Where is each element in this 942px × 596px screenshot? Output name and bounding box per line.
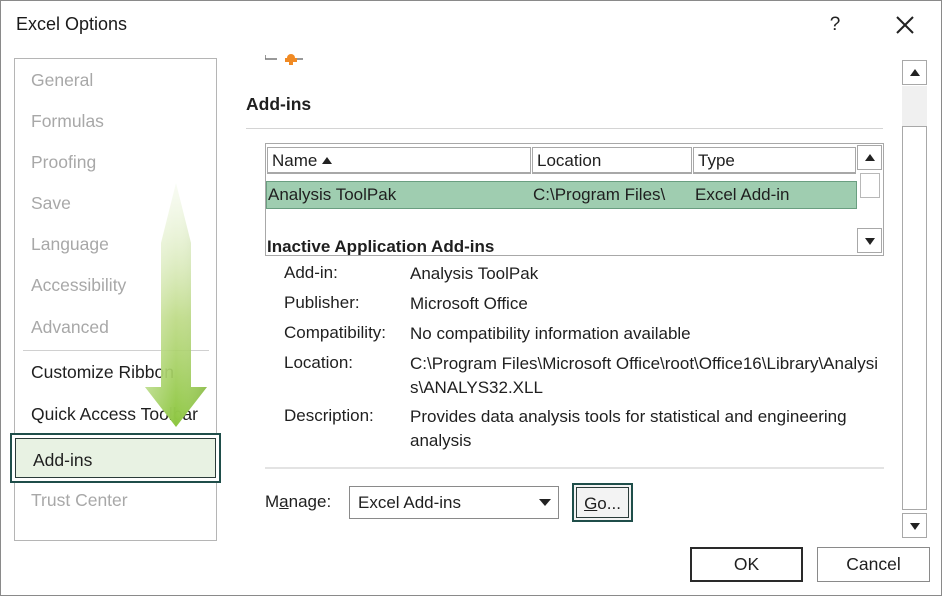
table-scroll-down-button[interactable] [857, 228, 882, 253]
excel-options-dialog: Excel Options ? General Formulas Proofin… [0, 0, 942, 596]
section-title-divider [246, 128, 883, 129]
close-button[interactable] [889, 9, 921, 41]
addin-label: Add-in: [284, 263, 338, 283]
sidebar-item-general[interactable]: General [31, 70, 93, 91]
ok-button[interactable]: OK [690, 547, 803, 582]
compatibility-value: No compatibility information available [410, 322, 880, 346]
description-value: Provides data analysis tools for statist… [410, 405, 880, 453]
title-bar: Excel Options ? [1, 1, 941, 49]
publisher-label: Publisher: [284, 293, 360, 313]
table-scroll-up-button[interactable] [857, 145, 882, 170]
sidebar-item-add-ins[interactable]: Add-ins [10, 433, 221, 483]
addins-section-icon [265, 49, 307, 65]
sidebar-item-save[interactable]: Save [31, 193, 71, 214]
compatibility-label: Compatibility: [284, 323, 386, 343]
addins-table[interactable]: Name Location Type Analysis ToolPak C:\P… [265, 143, 884, 256]
column-header-type[interactable]: Type [693, 147, 856, 174]
scroll-thumb[interactable] [902, 126, 927, 510]
table-scroll-thumb[interactable] [860, 173, 880, 198]
publisher-value: Microsoft Office [410, 292, 880, 316]
cell-location: C:\Program Files\ [533, 182, 665, 208]
sidebar-item-selection-highlight: Add-ins [15, 438, 216, 478]
caret-up-icon [910, 69, 920, 76]
section-title: Add-ins [246, 94, 311, 115]
location-label: Location: [284, 353, 353, 373]
manage-dropdown-value: Excel Add-ins [358, 493, 461, 512]
chevron-down-icon [539, 499, 551, 506]
help-button[interactable]: ? [823, 11, 847, 39]
manage-dropdown[interactable]: Excel Add-ins [349, 486, 559, 519]
go-label-part: o... [597, 494, 621, 513]
column-header-location[interactable]: Location [532, 147, 692, 174]
manage-divider [265, 467, 884, 469]
caret-down-icon [865, 238, 875, 245]
close-icon [889, 9, 921, 41]
main-scrollbar[interactable] [902, 58, 928, 541]
manage-label-part: nage: [289, 492, 332, 511]
scroll-up-button[interactable] [902, 60, 927, 85]
sort-ascending-icon [322, 157, 332, 164]
sidebar-item-label: Add-ins [33, 450, 92, 471]
sidebar-item-trust-center[interactable]: Trust Center [31, 490, 128, 511]
description-label: Description: [284, 406, 374, 426]
manage-label-part: M [265, 492, 279, 511]
clipped-group-heading [267, 159, 272, 177]
cell-type: Excel Add-in [695, 182, 790, 208]
caret-up-icon [865, 154, 875, 161]
column-header-label: Name [272, 151, 317, 170]
sidebar-item-advanced[interactable]: Advanced [31, 317, 109, 338]
scroll-down-button[interactable] [902, 513, 927, 538]
scroll-track[interactable] [902, 86, 927, 126]
cancel-button[interactable]: Cancel [817, 547, 930, 582]
caret-down-icon [910, 523, 920, 530]
dialog-title: Excel Options [16, 14, 127, 35]
table-row[interactable]: Analysis ToolPak C:\Program Files\ Excel… [266, 181, 857, 209]
sidebar-item-accessibility[interactable]: Accessibility [31, 275, 126, 296]
go-button-label: Go... [576, 487, 629, 518]
go-accelerator: G [584, 494, 597, 513]
go-button[interactable]: Go... [572, 483, 633, 522]
column-header-name[interactable]: Name [267, 147, 531, 174]
location-value: C:\Program Files\Microsoft Office\root\O… [410, 352, 880, 400]
sidebar-item-formulas[interactable]: Formulas [31, 111, 104, 132]
sidebar-item-proofing[interactable]: Proofing [31, 152, 96, 173]
down-arrow-annotation-icon [145, 183, 207, 427]
manage-label: Manage: [265, 492, 331, 512]
group-heading: Inactive Application Add-ins [267, 237, 494, 256]
cell-name: Analysis ToolPak [268, 182, 396, 208]
addin-value: Analysis ToolPak [410, 262, 880, 286]
sidebar-item-language[interactable]: Language [31, 234, 109, 255]
manage-label-accelerator: a [279, 492, 288, 511]
table-scrollbar[interactable] [857, 144, 883, 255]
